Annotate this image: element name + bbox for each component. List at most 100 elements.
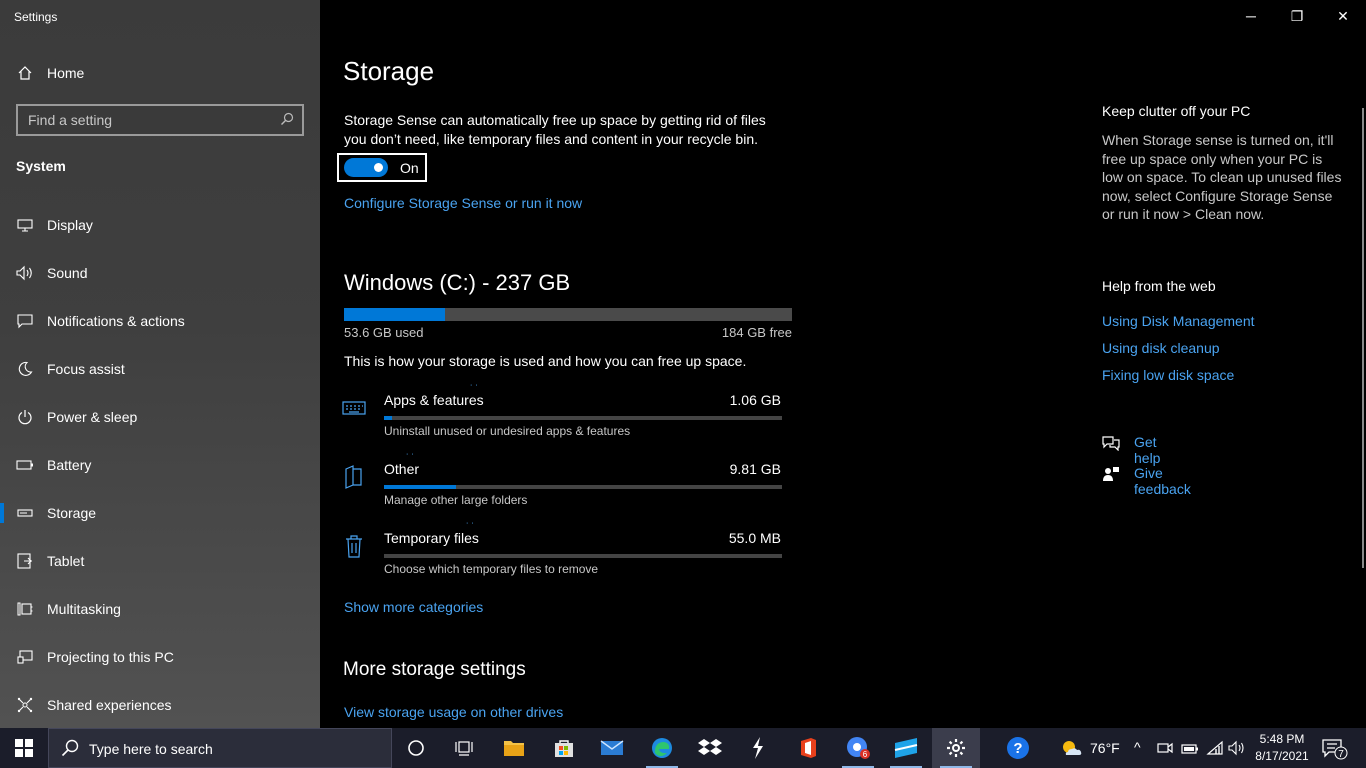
chevron-up-icon[interactable]: ^ bbox=[1134, 739, 1141, 755]
sidebar-item-label: Display bbox=[47, 217, 93, 233]
svg-text:?: ? bbox=[1013, 740, 1022, 757]
lightning-app-icon bbox=[753, 737, 763, 759]
taskbar-search-box[interactable]: Type here to search bbox=[48, 728, 392, 768]
main-content: Storage Storage Sense can automatically … bbox=[320, 0, 1366, 728]
taskbar-clock[interactable]: 5:48 PM 8/17/2021 bbox=[1254, 731, 1310, 765]
sidebar-item-battery[interactable]: Battery bbox=[0, 445, 320, 485]
show-more-categories-link[interactable]: Show more categories bbox=[344, 599, 483, 615]
sidebar-item-label: Focus assist bbox=[47, 361, 125, 377]
sidebar-item-home[interactable]: Home bbox=[0, 53, 320, 93]
microsoft-store-button[interactable] bbox=[540, 728, 588, 768]
sidebar-item-label: Multitasking bbox=[47, 601, 121, 617]
sidebar-item-label: Battery bbox=[47, 457, 92, 473]
drive-usage-fill bbox=[344, 308, 446, 321]
category-other[interactable]: Other ˙˙ 9.81 GB Manage other large fold… bbox=[342, 453, 782, 521]
sidebar-item-sound[interactable]: Sound bbox=[0, 253, 320, 293]
sidebar: Settings Home Find a setting System Disp… bbox=[0, 0, 320, 728]
category-usage-bar bbox=[384, 485, 782, 489]
sidebar-item-focus-assist[interactable]: Focus assist bbox=[0, 349, 320, 389]
sidebar-item-power-sleep[interactable]: Power & sleep bbox=[0, 397, 320, 437]
sidebar-item-label: Home bbox=[47, 65, 85, 81]
low-disk-space-link[interactable]: Fixing low disk space bbox=[1102, 367, 1234, 383]
get-help-label: Get help bbox=[1134, 434, 1161, 466]
weather-icon[interactable] bbox=[1060, 738, 1082, 763]
minimize-button[interactable]: ─ bbox=[1228, 0, 1274, 32]
loading-indicator: ˙˙ bbox=[470, 384, 481, 395]
office-button[interactable] bbox=[784, 728, 832, 768]
app-button[interactable] bbox=[734, 728, 782, 768]
scrollbar[interactable] bbox=[1362, 108, 1364, 568]
sidebar-item-label: Shared experiences bbox=[47, 697, 172, 713]
sidebar-item-projecting[interactable]: Projecting to this PC bbox=[0, 637, 320, 677]
disk-cleanup-link[interactable]: Using disk cleanup bbox=[1102, 340, 1220, 356]
clock-date: 8/17/2021 bbox=[1255, 749, 1309, 763]
shared-experiences-icon bbox=[16, 696, 34, 714]
drive-title: Windows (C:) - 237 GB bbox=[344, 270, 571, 295]
settings-button[interactable] bbox=[932, 728, 980, 768]
battery-tray-icon[interactable] bbox=[1181, 742, 1199, 760]
action-center-icon[interactable]: 7 bbox=[1322, 738, 1350, 765]
category-temporary-files[interactable]: Temporary files ˙˙ 55.0 MB Choose which … bbox=[342, 522, 782, 590]
sidebar-item-display[interactable]: Display bbox=[0, 205, 320, 245]
app-window-button[interactable] bbox=[882, 728, 930, 768]
help-button[interactable]: ? bbox=[994, 728, 1042, 768]
sidebar-item-label: Storage bbox=[47, 505, 97, 521]
edge-icon bbox=[652, 738, 672, 758]
storage-sense-toggle[interactable]: On bbox=[337, 153, 427, 182]
toggle-switch[interactable] bbox=[344, 158, 388, 177]
sidebar-item-label: Notifications & actions bbox=[47, 313, 185, 329]
weather-temperature[interactable]: 76°F bbox=[1090, 740, 1120, 756]
chat-help-icon bbox=[1102, 435, 1120, 456]
sidebar-item-tablet[interactable]: Tablet bbox=[0, 541, 320, 581]
search-icon bbox=[280, 112, 294, 131]
mail-icon bbox=[600, 740, 624, 755]
task-view-button[interactable] bbox=[440, 728, 488, 768]
sidebar-item-shared-experiences[interactable]: Shared experiences bbox=[0, 685, 320, 725]
taskbar-search-placeholder: Type here to search bbox=[89, 741, 213, 757]
wifi-icon[interactable] bbox=[1206, 740, 1224, 761]
feedback-icon bbox=[1102, 466, 1120, 487]
usage-description: This is how your storage is used and how… bbox=[344, 353, 747, 369]
storage-icon bbox=[16, 504, 34, 522]
clock-time: 5:48 PM bbox=[1259, 732, 1305, 746]
maximize-button[interactable]: ❐ bbox=[1274, 0, 1320, 32]
find-setting-input[interactable]: Find a setting bbox=[16, 104, 304, 136]
windows-logo-icon bbox=[15, 739, 33, 757]
sidebar-item-storage[interactable]: Storage bbox=[0, 493, 320, 533]
category-usage-fill bbox=[384, 416, 392, 420]
mail-button[interactable] bbox=[588, 728, 636, 768]
volume-icon[interactable] bbox=[1228, 740, 1246, 761]
notification-count: 7 bbox=[1338, 749, 1344, 760]
chrome-button[interactable]: 6 bbox=[834, 728, 882, 768]
sidebar-item-notifications[interactable]: Notifications & actions bbox=[0, 301, 320, 341]
folder-icon bbox=[342, 465, 366, 489]
file-explorer-button[interactable] bbox=[490, 728, 538, 768]
start-button[interactable] bbox=[0, 728, 48, 768]
disk-management-link[interactable]: Using Disk Management bbox=[1102, 313, 1255, 329]
category-usage-bar bbox=[384, 554, 782, 558]
dropbox-icon bbox=[698, 739, 722, 755]
moon-icon bbox=[16, 360, 34, 378]
toggle-state-label: On bbox=[400, 160, 419, 176]
category-description: Choose which temporary files to remove bbox=[384, 562, 599, 576]
dropbox-button[interactable] bbox=[686, 728, 734, 768]
home-icon bbox=[16, 64, 34, 82]
task-view-icon bbox=[455, 741, 473, 756]
free-space-text: 184 GB free bbox=[721, 325, 792, 340]
configure-storage-sense-link[interactable]: Configure Storage Sense or run it now bbox=[344, 195, 582, 211]
view-storage-usage-link[interactable]: View storage usage on other drives bbox=[344, 704, 563, 720]
category-name: Apps & features bbox=[384, 392, 484, 408]
close-button[interactable]: ✕ bbox=[1320, 0, 1366, 32]
category-description: Manage other large folders bbox=[384, 493, 528, 507]
category-apps-features[interactable]: Apps & features ˙˙ 1.06 GB Uninstall unu… bbox=[342, 384, 782, 452]
store-icon bbox=[555, 740, 573, 757]
meet-now-icon[interactable] bbox=[1157, 741, 1173, 760]
edge-button[interactable] bbox=[638, 728, 686, 768]
category-size: 55.0 MB bbox=[728, 530, 781, 546]
drive-usage-bar bbox=[344, 308, 792, 321]
cortana-button[interactable] bbox=[392, 728, 440, 768]
sidebar-item-multitasking[interactable]: Multitasking bbox=[0, 589, 320, 629]
chrome-icon: 6 bbox=[847, 737, 870, 759]
keyboard-icon bbox=[342, 396, 366, 420]
window-app-icon bbox=[894, 738, 918, 758]
